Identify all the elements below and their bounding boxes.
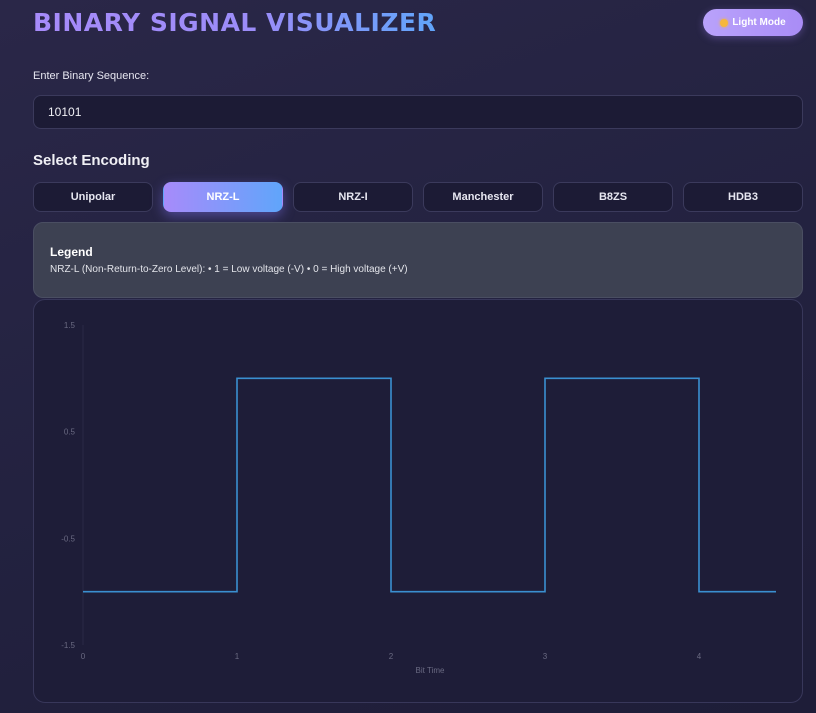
signal-line (83, 377, 776, 593)
x-tick-label: 0 (81, 652, 86, 661)
binary-sequence-input[interactable] (33, 95, 803, 129)
encoding-manchester-button[interactable]: Manchester (423, 182, 543, 212)
page-title: BINARY SIGNAL VISUALIZER (33, 8, 437, 37)
encoding-b8zs-button[interactable]: B8ZS (553, 182, 673, 212)
binary-sequence-label: Enter Binary Sequence: (33, 70, 150, 82)
sun-icon (720, 18, 729, 27)
x-tick-label: 1 (235, 652, 240, 661)
legend-title: Legend (50, 245, 93, 259)
x-tick-label: 4 (697, 652, 702, 661)
y-tick-label: -0.5 (61, 534, 75, 543)
encoding-unipolar-button[interactable]: Unipolar (33, 182, 153, 212)
x-tick-label: 2 (389, 652, 394, 661)
encoding-nrz-i-button[interactable]: NRZ-I (293, 182, 413, 212)
signal-chart: 1.5 0.5 -0.5 -1.5 0 1 2 3 4 Bit Time (33, 299, 803, 703)
encoding-hdb3-button[interactable]: HDB3 (683, 182, 803, 212)
y-tick-label: 1.5 (64, 321, 76, 330)
signal-chart-svg: 1.5 0.5 -0.5 -1.5 0 1 2 3 4 Bit Time (61, 321, 776, 675)
encoding-nrz-l-button[interactable]: NRZ-L (163, 182, 283, 212)
app-root: BINARY SIGNAL VISUALIZER Light Mode Ente… (0, 0, 816, 713)
encoding-heading: Select Encoding (33, 152, 150, 169)
light-mode-label: Light Mode (732, 17, 786, 28)
x-tick-label: 3 (543, 652, 548, 661)
y-tick-label: -1.5 (61, 641, 75, 650)
legend-text: NRZ-L (Non-Return-to-Zero Level): • 1 = … (50, 264, 408, 275)
y-tick-label: 0.5 (64, 428, 76, 437)
encoding-options: Unipolar NRZ-L NRZ-I Manchester B8ZS HDB… (33, 182, 803, 212)
light-mode-toggle-button[interactable]: Light Mode (703, 9, 803, 36)
x-axis-label: Bit Time (416, 666, 445, 675)
legend-panel: Legend NRZ-L (Non-Return-to-Zero Level):… (33, 222, 803, 298)
